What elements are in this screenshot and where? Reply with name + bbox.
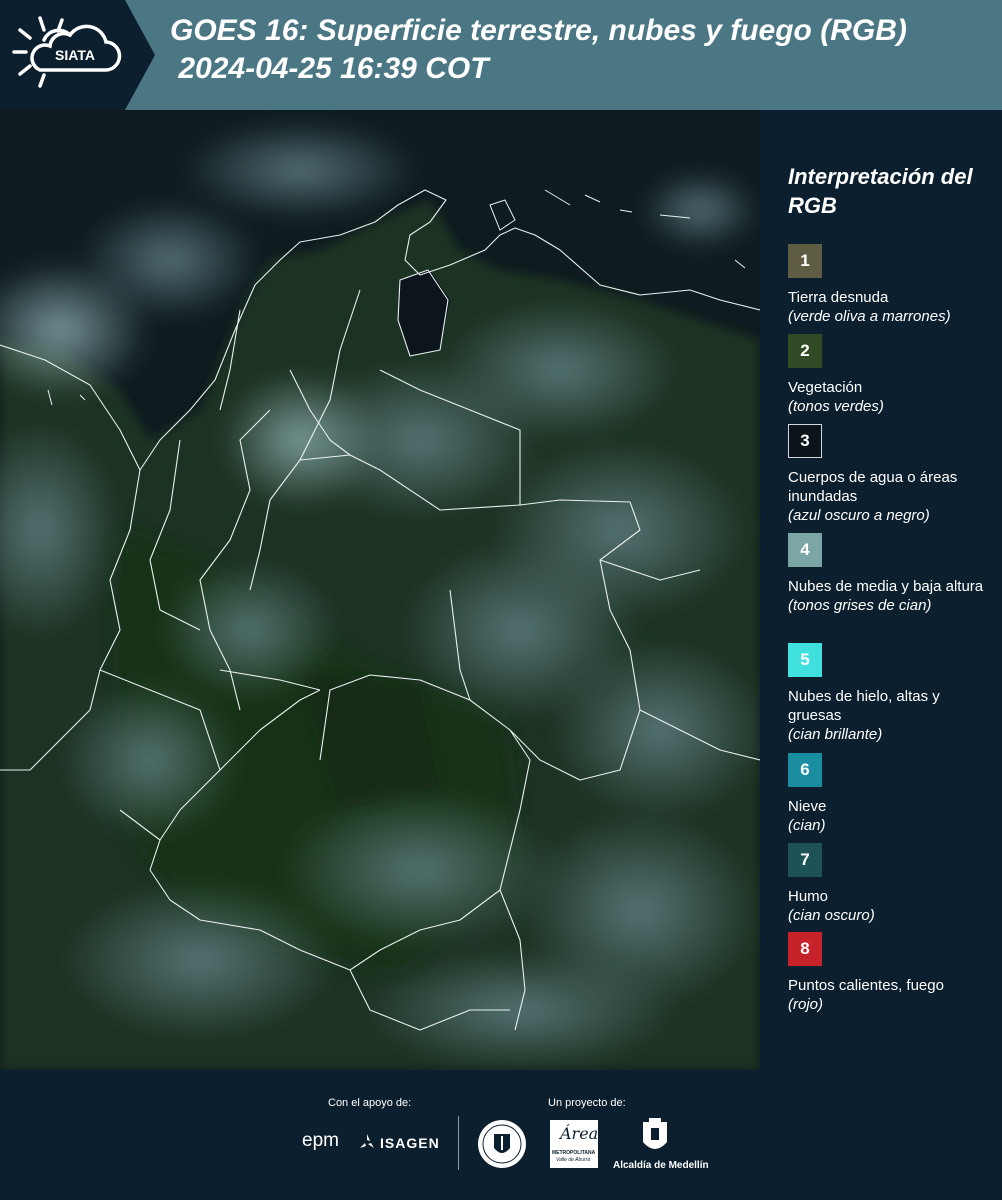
svg-text:SIATA: SIATA: [55, 47, 95, 63]
legend-label: Nubes de media y baja altura: [788, 578, 984, 595]
area-metropolitana-logo: Área METROPOLITANA Valle de Aburrá: [550, 1120, 598, 1168]
legend-swatch: 7: [788, 843, 822, 877]
legend-label: Cuerpos de agua o áreas inundadas: [788, 469, 958, 505]
legend-label: Tierra desnuda: [788, 289, 889, 306]
legend-sublabel: (verde oliva a marrones): [788, 308, 951, 325]
legend-sublabel: (rojo): [788, 996, 824, 1013]
legend-item-snow: 6 Nieve (cian): [788, 753, 988, 835]
legend-item-bare-soil: 1 Tierra desnuda (verde oliva a marrones…: [788, 244, 988, 326]
legend-swatch: 6: [788, 753, 822, 787]
header-bar: SIATA GOES 16: Superficie terrestre, nub…: [0, 0, 1002, 110]
support-caption: Con el apoyo de:: [328, 1097, 412, 1109]
legend-sublabel: (tonos verdes): [788, 398, 884, 415]
legend-item-smoke: 7 Humo (cian oscuro): [788, 843, 988, 925]
legend-sublabel: (cian): [788, 817, 826, 834]
legend-sublabel: (cian brillante): [788, 726, 883, 743]
page-title: GOES 16: Superficie terrestre, nubes y f…: [170, 14, 907, 85]
legend-label: Puntos calientes, fuego: [788, 977, 944, 994]
university-seal-icon: [478, 1120, 526, 1168]
legend-label: Nieve: [788, 798, 827, 815]
footer-sponsors: Con el apoyo de: Un proyecto de: epm ISA…: [0, 1070, 1002, 1200]
legend-sublabel: (azul oscuro a negro): [788, 507, 930, 524]
legend-item-water: 3 Cuerpos de agua o áreas inundadas (azu…: [788, 424, 988, 525]
legend-label: Vegetación: [788, 379, 863, 396]
isagen-icon: [360, 1134, 374, 1148]
isagen-logo: ISAGEN: [380, 1135, 440, 1151]
alcaldia-crest-icon: [643, 1118, 667, 1149]
legend-title: Interpretación del RGB: [788, 164, 973, 218]
legend-item-ice-clouds: 5 Nubes de hielo, altas y gruesas (cian …: [788, 643, 988, 744]
legend-swatch: 2: [788, 334, 822, 368]
legend-sublabel: (cian oscuro): [788, 907, 875, 924]
legend-sublabel: (tonos grises de cian): [788, 597, 932, 614]
legend-item-vegetation: 2 Vegetación (tonos verdes): [788, 334, 988, 416]
alcaldia-logo: Alcaldía de Medellín: [613, 1160, 709, 1171]
satellite-map: [0, 110, 760, 1070]
footer-divider: [458, 1116, 459, 1170]
project-caption: Un proyecto de:: [548, 1097, 626, 1109]
legend-item-fire: 8 Puntos calientes, fuego (rojo): [788, 932, 988, 1014]
epm-logo: epm: [302, 1130, 339, 1151]
legend-swatch: 8: [788, 932, 822, 966]
legend-swatch: 3: [788, 424, 822, 458]
legend-swatch: 4: [788, 533, 822, 567]
legend-label: Nubes de hielo, altas y gruesas: [788, 688, 940, 724]
siata-logo: SIATA: [0, 0, 155, 110]
legend-swatch: 1: [788, 244, 822, 278]
legend-panel: Interpretación del RGB 1 Tierra desnuda …: [760, 110, 1002, 1070]
satellite-image: [0, 110, 760, 1070]
legend-label: Humo: [788, 888, 829, 905]
legend-swatch: 5: [788, 643, 822, 677]
legend-item-mid-low-clouds: 4 Nubes de media y baja altura (tonos gr…: [788, 533, 988, 615]
